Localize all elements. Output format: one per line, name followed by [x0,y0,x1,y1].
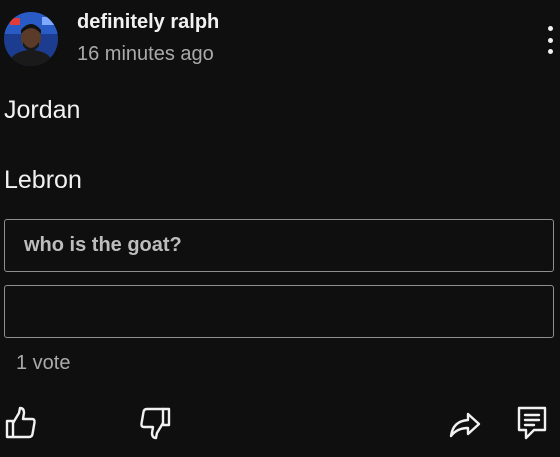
post-text-line: Jordan [4,96,81,124]
menu-dot [547,26,553,31]
comment-icon[interactable] [516,404,550,442]
more-vert-icon[interactable] [540,26,560,54]
share-icon[interactable] [448,404,482,442]
menu-dot [547,49,553,54]
poll-option[interactable]: who is the goat? [4,219,554,272]
poll-option-label: who is the goat? [24,234,182,256]
menu-dot [547,37,553,43]
avatar[interactable] [4,12,58,66]
poll-option[interactable] [4,285,554,338]
vote-count: 1 vote [16,352,71,374]
author-name[interactable]: definitely ralph [77,11,219,34]
post-timestamp: 16 minutes ago [77,43,214,65]
community-post: definitely ralph 16 minutes ago Jordan L… [0,0,560,457]
thumb-up-icon[interactable] [4,404,38,442]
thumb-down-icon[interactable] [138,404,172,442]
post-text-line: Lebron [4,166,82,194]
